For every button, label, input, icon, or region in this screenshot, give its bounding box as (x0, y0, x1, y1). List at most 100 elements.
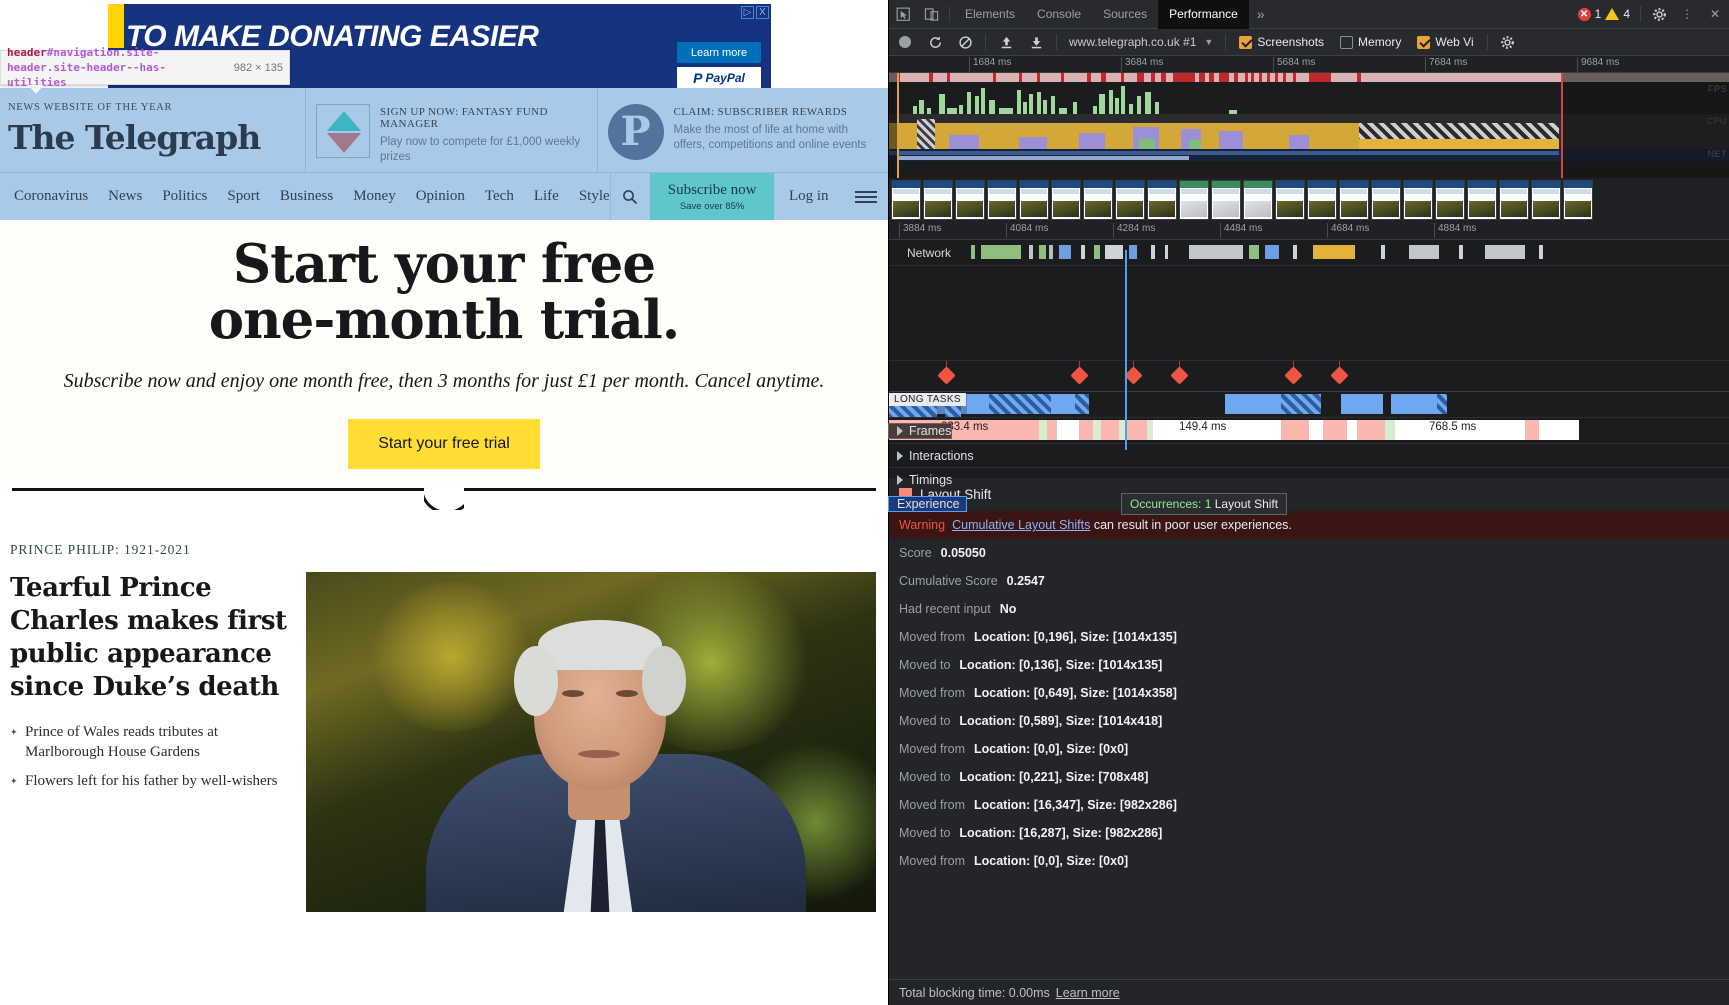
timeline-overview[interactable]: 1684 ms 3684 ms 5684 ms 7684 ms 9684 ms … (889, 56, 1729, 178)
filmstrip-frame[interactable] (1019, 180, 1049, 220)
layout-shift-marker[interactable] (1284, 366, 1303, 385)
filmstrip-frame[interactable] (923, 180, 953, 220)
experience-track-header[interactable]: Experience (888, 495, 967, 512)
chevron-right-icon[interactable] (897, 450, 903, 461)
list-item[interactable]: Flowers left for his father by well-wish… (10, 771, 288, 791)
tab-console[interactable]: Console (1026, 0, 1092, 29)
filmstrip-frame[interactable] (1115, 180, 1145, 220)
record-icon[interactable] (891, 28, 919, 56)
filmstrip-frame[interactable] (1403, 180, 1433, 220)
filmstrip-frame[interactable] (1435, 180, 1465, 220)
ad-close-icon[interactable]: X (756, 6, 769, 19)
issue-counters[interactable]: ✕ 1 4 (1572, 7, 1636, 21)
chevron-right-icon[interactable] (897, 425, 903, 436)
device-toolbar-icon[interactable] (917, 0, 945, 28)
filmstrip-frame[interactable] (1371, 180, 1401, 220)
nav-item-money[interactable]: Money (353, 188, 396, 205)
article-photo-prince-charles[interactable] (306, 572, 876, 912)
recording-selector-label[interactable]: www.telegraph.co.uk #1 (1063, 35, 1202, 49)
nav-item-business[interactable]: Business (280, 188, 333, 205)
interactions-track[interactable]: Interactions (889, 443, 1729, 467)
layout-shift-marker[interactable] (1070, 366, 1089, 385)
subscribe-now-button[interactable]: Subscribe now Save over 85% (650, 173, 774, 220)
devtools-tabbar: Elements Console Sources Performance » ✕… (889, 0, 1729, 29)
load-profile-icon[interactable] (992, 28, 1020, 56)
start-free-trial-button[interactable]: Start your free trial (348, 419, 540, 469)
more-tabs-icon[interactable]: » (1249, 6, 1273, 22)
filmstrip-frame[interactable] (891, 180, 921, 220)
nav-item-opinion[interactable]: Opinion (416, 188, 465, 205)
filmstrip-frame[interactable] (1531, 180, 1561, 220)
overview-window-right-handle[interactable] (1561, 73, 1563, 178)
filmstrip-frame[interactable] (1499, 180, 1529, 220)
long-tasks-track[interactable]: LONG TASKS (889, 391, 1729, 424)
filmstrip-frame[interactable] (1243, 180, 1273, 220)
nav-item-coronavirus[interactable]: Coronavirus (14, 188, 88, 205)
filmstrip[interactable] (889, 178, 1729, 222)
article-headline[interactable]: Tearful Prince Charles makes first publi… (10, 572, 288, 704)
network-track[interactable]: Network (889, 240, 1729, 266)
filmstrip-frame[interactable] (1083, 180, 1113, 220)
nav-item-news[interactable]: News (108, 188, 142, 205)
filmstrip-frame[interactable] (955, 180, 985, 220)
filmstrip-frame[interactable] (987, 180, 1017, 220)
row-key: Moved to (899, 770, 951, 784)
filmstrip-frame[interactable] (1051, 180, 1081, 220)
promo-subscriber-rewards[interactable]: P CLAIM: SUBSCRIBER REWARDS Make the mos… (596, 88, 889, 172)
login-button[interactable]: Log in (774, 173, 844, 220)
row-value: Location: [0,0], Size: [0x0] (974, 742, 1129, 756)
nav-item-politics[interactable]: Politics (162, 188, 207, 205)
filmstrip-frame[interactable] (1563, 180, 1593, 220)
tab-elements[interactable]: Elements (954, 0, 1026, 29)
frames-track-header[interactable]: Frames (887, 422, 953, 439)
inspect-element-icon[interactable] (889, 0, 917, 28)
tab-performance[interactable]: Performance (1158, 0, 1249, 29)
capture-settings-icon[interactable] (1494, 28, 1522, 56)
overview-window-left-handle[interactable] (897, 73, 899, 178)
hamburger-icon[interactable] (844, 173, 888, 220)
filmstrip-frame[interactable] (1211, 180, 1241, 220)
layout-shift-marker[interactable] (1330, 366, 1349, 385)
nav-item-sport[interactable]: Sport (227, 188, 260, 205)
filmstrip-frame[interactable] (1179, 180, 1209, 220)
main-flamechart-region[interactable] (889, 266, 1729, 361)
ad-learn-more-button[interactable]: Learn more (677, 42, 761, 63)
filmstrip-frame[interactable] (1467, 180, 1497, 220)
chevron-right-icon[interactable] (897, 474, 903, 485)
cumulative-layout-shifts-link[interactable]: Cumulative Layout Shifts (952, 518, 1090, 532)
layout-shift-marker[interactable] (1124, 366, 1143, 385)
learn-more-link[interactable]: Learn more (1056, 986, 1120, 1000)
tab-sources[interactable]: Sources (1092, 0, 1158, 29)
kebab-icon[interactable]: ⋮ (1673, 0, 1701, 28)
ad-info-icon[interactable]: ▷ (741, 6, 754, 19)
checkbox-web-vitals[interactable]: Web Vi (1410, 35, 1480, 49)
chevron-down-icon[interactable]: ▼ (1204, 37, 1219, 47)
filmstrip-frame[interactable] (1275, 180, 1305, 220)
layout-shift-marker[interactable] (1170, 366, 1189, 385)
promo-fantasy-fund-manager[interactable]: SIGN UP NOW: FANTASY FUND MANAGER Play n… (305, 88, 597, 172)
checkbox-screenshots[interactable]: Screenshots (1232, 35, 1331, 49)
nav-item-style[interactable]: Style (579, 188, 610, 205)
filmstrip-frame[interactable] (1147, 180, 1177, 220)
filmstrip-frame[interactable] (1339, 180, 1369, 220)
tooltip-occurrences: Occurrences: 1 (1130, 497, 1212, 511)
clear-icon[interactable] (951, 28, 979, 56)
overview-ruler: 1684 ms 3684 ms 5684 ms 7684 ms 9684 ms (889, 56, 1729, 73)
layout-shift-markers-row[interactable] (889, 361, 1729, 391)
search-icon[interactable] (609, 173, 651, 220)
article-kicker[interactable]: PRINCE PHILIP: 1921-2021 (0, 520, 888, 558)
save-profile-icon[interactable] (1022, 28, 1050, 56)
brand-cell[interactable]: NEWS WEBSITE OF THE YEAR The Telegraph (0, 88, 305, 172)
filmstrip-frame[interactable] (1307, 180, 1337, 220)
frames-track[interactable]: 233.4 ms 149.4 ms 768.5 ms Frames (887, 417, 1729, 443)
nav-item-tech[interactable]: Tech (485, 188, 514, 205)
close-icon[interactable]: ✕ (1701, 0, 1729, 28)
nav-item-life[interactable]: Life (534, 188, 559, 205)
gear-icon[interactable] (1645, 0, 1673, 28)
timeline-playhead[interactable] (1125, 250, 1127, 450)
row-value: Location: [0,0], Size: [0x0] (974, 854, 1129, 868)
checkbox-memory[interactable]: Memory (1333, 35, 1408, 49)
reload-record-icon[interactable] (921, 28, 949, 56)
list-item[interactable]: Prince of Wales reads tributes at Marlbo… (10, 722, 288, 762)
layout-shift-marker[interactable] (937, 366, 956, 385)
